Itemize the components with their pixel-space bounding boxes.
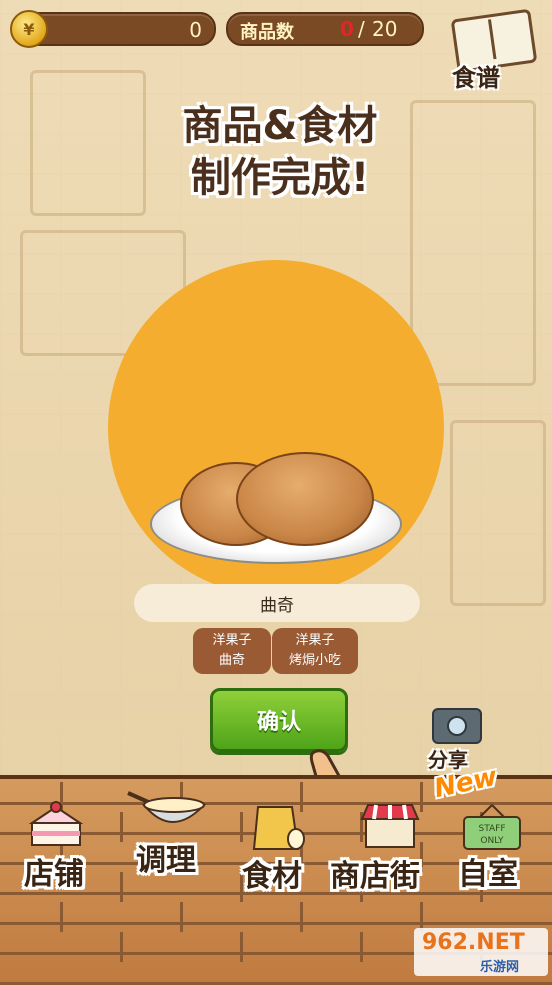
item-counter: 商品数 0 / 20 [226,12,424,46]
watermark-main-text: 962.NET [422,930,525,955]
shop-awning-icon [360,804,420,848]
nav-label-shop: 店铺 [24,857,84,892]
nav-label-shopping-street: 商店街 [330,859,420,894]
recipe-button[interactable]: 食谱 [440,6,544,92]
cookie-image [236,452,374,546]
tag-category: 洋果子 [295,633,335,648]
nav-item-shop[interactable]: 店铺 [18,779,108,892]
completion-headline: 商品&食材 制作完成! [130,100,430,204]
background-shelf [30,70,146,216]
tag-category: 洋果子 [212,633,252,648]
coin-symbol: ¥ [23,19,35,39]
site-watermark: 962.NET 乐游网 [414,928,548,976]
nav-label-private-room: 自室 [458,857,518,892]
nav-item-shopping-street[interactable]: 商店街 [330,779,440,894]
share-button[interactable]: 分享 [424,706,488,772]
headline-line-2: 制作完成! [190,155,370,201]
item-count-current: 0 [340,17,354,41]
tag-type: 烤焗小吃 [288,653,341,668]
nav-item-cooking[interactable]: 调理 [124,779,224,889]
recipe-label: 食谱 [452,64,500,92]
item-count-separator: / [358,17,365,41]
nav-item-ingredients[interactable]: 食材 [240,779,330,894]
nav-label-ingredients: 食材 [242,859,302,894]
item-tag: 洋果子 烤焗小吃 [272,628,358,674]
headline-line-1: 商品&食材 [182,103,378,149]
background-shelf [450,420,546,606]
item-count-label: 商品数 [240,22,294,43]
cake-icon [28,801,84,846]
tag-type: 曲奇 [218,653,245,668]
mixing-bowl-icon [127,791,207,823]
item-name-bar: 曲奇 [134,584,420,622]
item-name: 曲奇 [260,595,294,616]
watermark-sub-text: 乐游网 [480,960,520,975]
coin-icon: ¥ [10,10,48,48]
confirm-button[interactable]: 确认 [210,688,348,752]
nav-label-cooking: 调理 [136,843,196,878]
confirm-label: 确认 [256,710,301,735]
item-count-max: 20 [372,17,398,41]
item-tag: 洋果子 曲奇 [193,628,271,674]
svg-text:ONLY: ONLY [480,836,504,846]
ingredient-bag-icon [252,806,305,850]
camera-icon [432,708,482,744]
coin-value: 0 [189,18,202,42]
svg-text:STAFF: STAFF [478,824,505,834]
staff-only-sign-icon: STAFF ONLY [463,804,521,850]
